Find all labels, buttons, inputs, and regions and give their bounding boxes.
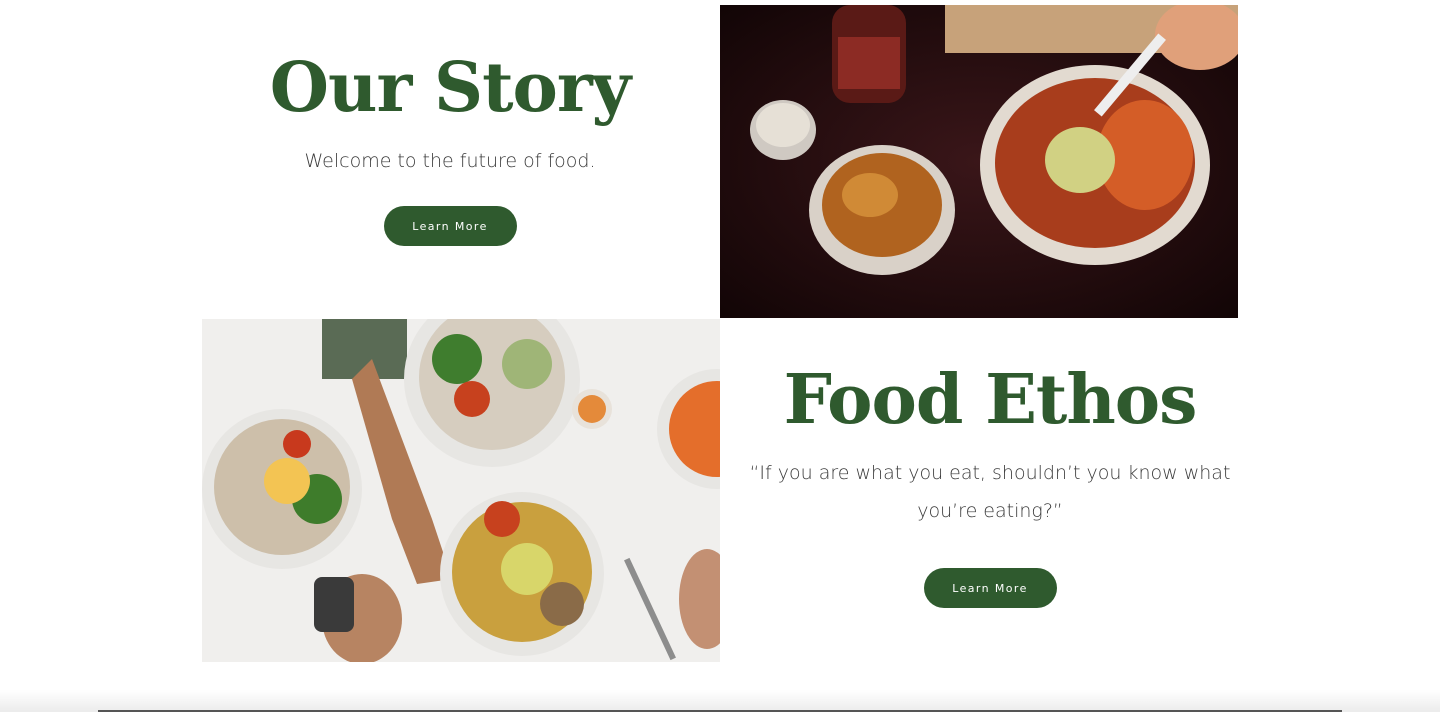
salad-bowls-illustration [202, 319, 720, 662]
our-story-subtitle: Welcome to the future of food. [304, 150, 596, 172]
food-ethos-quote-line2: you’re eating?” [917, 500, 1063, 522]
our-story-section: Our Story Welcome to the future of food.… [200, 40, 700, 280]
takeout-bowls-photo [720, 5, 1238, 318]
food-ethos-quote-line1: “If you are what you eat, shouldn’t you … [749, 462, 1231, 484]
takeout-bowls-illustration [720, 5, 1238, 318]
our-story-learn-more-button[interactable]: Learn More [383, 206, 517, 246]
food-ethos-title: Food Ethos [783, 360, 1198, 440]
food-ethos-learn-more-button[interactable]: Learn More [923, 568, 1057, 608]
salad-bowls-photo [202, 319, 720, 662]
footer-shadow [0, 690, 1440, 712]
our-story-title: Our Story [269, 48, 631, 128]
food-ethos-section: Food Ethos “If you are what you eat, sho… [740, 352, 1240, 632]
